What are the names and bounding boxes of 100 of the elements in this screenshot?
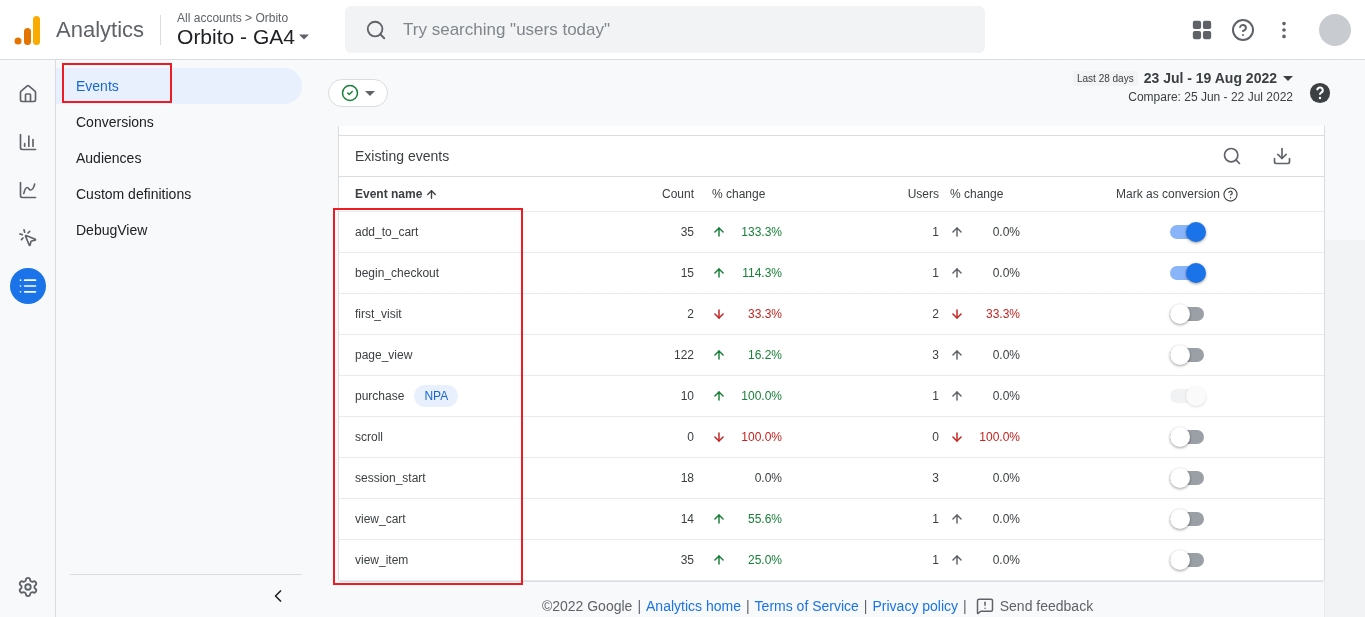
- search-button[interactable]: [1222, 146, 1242, 166]
- column-header[interactable]: Event name: [355, 187, 634, 201]
- event-name: view_item: [355, 553, 409, 567]
- compare-range-text: Compare: 25 Jun - 22 Jul 2022: [1128, 90, 1293, 104]
- conversion-toggle[interactable]: [1170, 304, 1206, 324]
- list-icon: [17, 276, 38, 296]
- percent-change-text: 114.3%: [741, 266, 782, 280]
- conversion-toggle[interactable]: [1170, 468, 1206, 488]
- count-value: 14: [679, 512, 694, 526]
- card-title: Existing events: [355, 148, 450, 164]
- conversion-toggle[interactable]: [1170, 427, 1206, 447]
- event-name: session_start: [355, 471, 426, 485]
- analytics-logo-icon: [14, 13, 42, 46]
- sort-arrow-icon: [425, 187, 439, 201]
- conversion-toggle[interactable]: [1170, 263, 1206, 283]
- help-icon[interactable]: [1231, 17, 1255, 42]
- search-bar[interactable]: Try searching "users today": [345, 6, 986, 53]
- search-icon: [1222, 146, 1242, 166]
- users-value: 1: [931, 266, 939, 280]
- search-icon: [365, 18, 388, 41]
- percent-change-text: 0.0%: [991, 266, 1020, 280]
- footer-link[interactable]: Analytics home: [646, 598, 741, 614]
- help-icon: [1309, 82, 1331, 104]
- count-value: 0: [686, 430, 694, 444]
- column-header[interactable]: Count: [634, 187, 694, 201]
- separator-text: |: [637, 598, 641, 614]
- status-dropdown[interactable]: [328, 79, 388, 107]
- footer-link[interactable]: Terms of Service: [754, 598, 859, 614]
- bar-chart-icon: [17, 132, 38, 152]
- cursor-click-icon: [17, 228, 38, 248]
- search-field[interactable]: Try searching "users today": [403, 19, 966, 40]
- scrollbar[interactable]: [1324, 240, 1365, 617]
- sidebar-item[interactable]: Custom definitions: [56, 176, 302, 212]
- sidebar-item[interactable]: DebugView: [56, 212, 302, 248]
- send-feedback-button[interactable]: Send feedback: [975, 597, 1094, 615]
- product-name: Analytics: [56, 14, 162, 45]
- check-circle-icon: [341, 84, 359, 102]
- event-name: scroll: [355, 430, 383, 444]
- percent-change-text: 100.0%: [978, 430, 1020, 444]
- sidebar-item[interactable]: Conversions: [56, 104, 302, 140]
- conversion-toggle[interactable]: [1170, 222, 1206, 242]
- percent-change-text: 33.3%: [984, 307, 1020, 321]
- event-name: begin_checkout: [355, 266, 440, 280]
- property-selector[interactable]: Orbito - GA4: [177, 24, 330, 49]
- conversion-toggle[interactable]: [1170, 550, 1206, 570]
- copyright-text: ©2022 Google: [541, 598, 633, 614]
- percent-change-text: 55.6%: [746, 512, 782, 526]
- breadcrumb[interactable]: All accounts > Orbito: [177, 10, 330, 25]
- column-header: Mark as conversion: [1041, 186, 1324, 202]
- count-value: 122: [672, 348, 694, 362]
- apps-grid-icon[interactable]: [1191, 18, 1213, 41]
- percent-change-text: 100.0%: [740, 430, 782, 444]
- users-value: 0: [931, 430, 939, 444]
- date-preset-label: Last 28 days: [1072, 70, 1138, 86]
- users-value: 1: [931, 389, 939, 403]
- date-range-selector[interactable]: 23 Jul - 19 Aug 2022: [1143, 70, 1293, 86]
- separator-text: |: [963, 598, 967, 614]
- count-value: 10: [679, 389, 694, 403]
- caret-icon: [298, 33, 309, 40]
- count-value: 18: [679, 471, 694, 485]
- footer-link[interactable]: Privacy policy: [872, 598, 959, 614]
- column-header[interactable]: % change: [694, 187, 791, 201]
- separator-text: |: [745, 598, 750, 614]
- percent-change-text: 0.0%: [753, 471, 782, 485]
- conversion-toggle[interactable]: [1170, 345, 1206, 365]
- count-value: 15: [679, 266, 694, 280]
- count-value: 2: [686, 307, 694, 321]
- separator-text: |: [863, 598, 868, 614]
- home-icon: [17, 84, 38, 104]
- users-value: 3: [931, 348, 939, 362]
- line-chart-icon: [17, 180, 38, 200]
- feedback-icon: [975, 597, 994, 615]
- event-name: purchase: [355, 389, 405, 403]
- users-value: 1: [931, 553, 939, 567]
- percent-change-text: 0.0%: [991, 512, 1020, 526]
- sidebar-item[interactable]: Audiences: [56, 140, 302, 176]
- column-header[interactable]: % change: [939, 187, 1041, 201]
- users-value: 3: [931, 471, 939, 485]
- percent-change-text: 0.0%: [991, 471, 1020, 485]
- count-value: 35: [679, 553, 694, 567]
- download-icon: [1272, 146, 1292, 166]
- column-header[interactable]: Users: [791, 187, 939, 201]
- event-name: add_to_cart: [355, 225, 419, 239]
- event-name: first_visit: [355, 307, 402, 321]
- download-button[interactable]: [1272, 146, 1292, 166]
- caret-icon: [365, 90, 375, 96]
- percent-change-text: 100.0%: [740, 389, 782, 403]
- percent-change-text: 0.0%: [991, 225, 1020, 239]
- percent-change-text: 0.0%: [991, 553, 1020, 567]
- users-value: 2: [931, 307, 939, 321]
- event-name: view_cart: [355, 512, 406, 526]
- conversion-toggle[interactable]: [1170, 509, 1206, 529]
- rail-button[interactable]: [9, 268, 46, 304]
- users-value: 1: [931, 512, 939, 526]
- caret-icon: [1283, 75, 1293, 81]
- percent-change-text: 0.0%: [991, 348, 1020, 362]
- help-button[interactable]: [1309, 82, 1331, 104]
- help-icon[interactable]: [1223, 186, 1239, 202]
- percent-change-text: 33.3%: [746, 307, 782, 321]
- event-name: page_view: [355, 348, 413, 362]
